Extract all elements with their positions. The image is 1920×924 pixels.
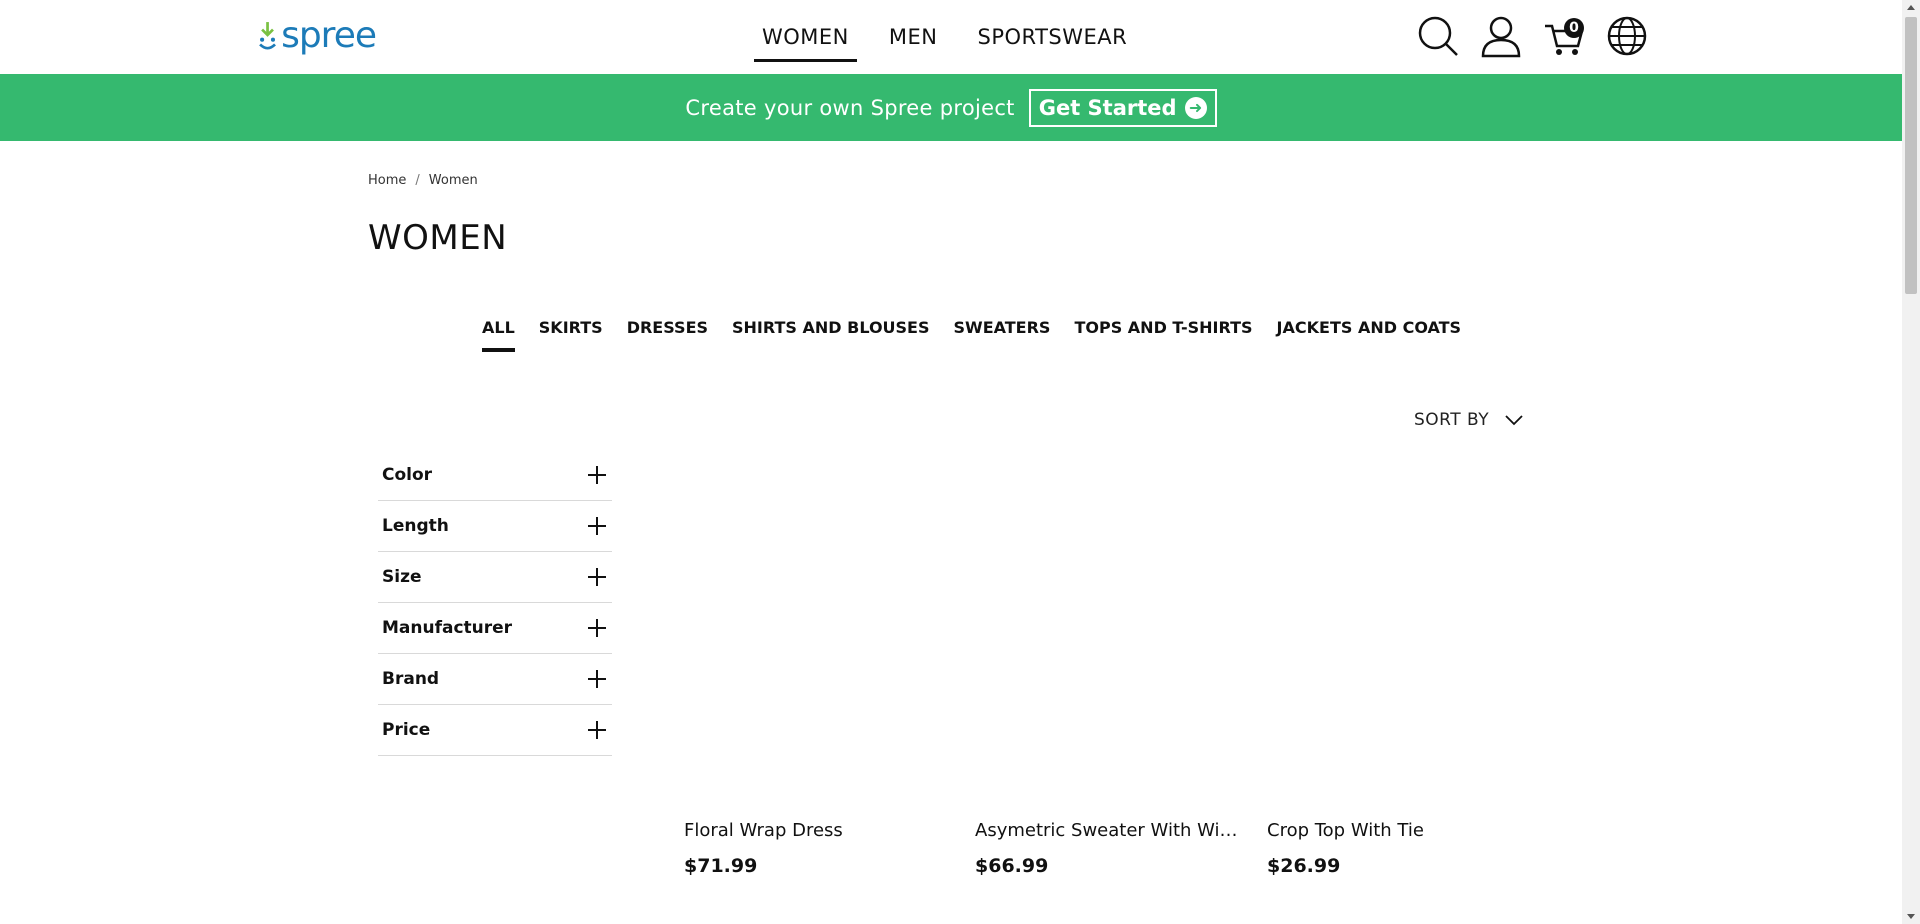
filter-label: Color [382,465,433,485]
globe-icon[interactable] [1605,14,1649,58]
product-card[interactable]: Floral Wrap Dress $71.99 [684,820,954,877]
tab-sweaters[interactable]: SWEATERS [954,318,1051,337]
cart-icon[interactable]: 0 [1542,14,1586,58]
filter-label: Brand [382,669,440,689]
page-scrollbar[interactable] [1902,0,1920,924]
nav-item-sportswear[interactable]: SPORTSWEAR [968,0,1138,74]
search-icon[interactable] [1416,14,1460,58]
product-name[interactable]: Floral Wrap Dress [684,820,954,841]
tab-tops-and-t-shirts[interactable]: TOPS AND T-SHIRTS [1074,318,1252,337]
nav-item-men[interactable]: MEN [879,0,948,74]
user-icon[interactable] [1479,14,1523,58]
filter-brand[interactable]: Brand [378,654,612,705]
cart-count-badge: 0 [1564,18,1584,38]
get-started-button[interactable]: Get Started ➜ [1028,88,1217,127]
sort-by-dropdown[interactable]: SORT BY [1414,410,1523,430]
filter-label: Price [382,720,431,740]
tab-dresses[interactable]: DRESSES [627,318,708,337]
scrollbar-thumb[interactable] [1905,17,1917,294]
site-header: spree WOMEN MEN SPORTSWEAR 0 [0,0,1902,74]
breadcrumb-women[interactable]: Women [429,173,478,188]
product-card[interactable]: Asymetric Sweater With Wide Sleeves $66.… [975,820,1245,877]
tab-skirts[interactable]: SKIRTS [539,318,603,337]
plus-icon [588,568,606,586]
chevron-down-icon [1505,415,1523,426]
product-name[interactable]: Crop Top With Tie [1267,820,1537,841]
plus-icon [588,466,606,484]
filter-manufacturer[interactable]: Manufacturer [378,603,612,654]
promo-banner: Create your own Spree project Get Starte… [0,74,1902,141]
filters-panel: Color Length Size Manufacturer Brand Pri… [378,450,612,756]
sort-by-label: SORT BY [1414,410,1490,430]
banner-text: Create your own Spree project [685,95,1015,120]
filter-label: Size [382,567,422,587]
scroll-down-icon[interactable] [1907,914,1915,919]
filter-price[interactable]: Price [378,705,612,756]
breadcrumb-home[interactable]: Home [368,173,406,188]
product-price: $26.99 [1267,855,1341,877]
product-price: $71.99 [684,855,758,877]
product-name[interactable]: Asymetric Sweater With Wide Sleeves [975,820,1245,841]
scroll-up-icon[interactable] [1907,5,1915,10]
filter-label: Manufacturer [382,618,513,638]
spree-logo-icon [259,22,276,50]
spree-logo[interactable]: spree [256,12,377,62]
plus-icon [588,517,606,535]
nav-item-women[interactable]: WOMEN [752,0,859,74]
header-icons: 0 [1416,14,1668,58]
main-navigation: WOMEN MEN SPORTSWEAR [752,0,1157,74]
tab-all[interactable]: ALL [482,318,515,352]
breadcrumb-separator: / [415,173,420,188]
plus-icon [588,721,606,739]
filter-length[interactable]: Length [378,501,612,552]
filter-color[interactable]: Color [378,450,612,501]
page-title: WOMEN [368,218,508,258]
product-card[interactable]: Crop Top With Tie $26.99 [1267,820,1537,877]
get-started-label: Get Started [1038,95,1177,120]
product-price: $66.99 [975,855,1049,877]
tab-jackets-and-coats[interactable]: JACKETS AND COATS [1277,318,1462,337]
logo-wordmark: spree [281,14,377,56]
filter-size[interactable]: Size [378,552,612,603]
arrow-right-icon: ➜ [1184,96,1207,119]
filter-label: Length [382,516,449,536]
breadcrumb: Home / Women [368,173,478,188]
plus-icon [588,619,606,637]
category-tabs: ALL SKIRTS DRESSES SHIRTS AND BLOUSES SW… [482,318,1485,352]
tab-shirts-and-blouses[interactable]: SHIRTS AND BLOUSES [732,318,930,337]
plus-icon [588,670,606,688]
